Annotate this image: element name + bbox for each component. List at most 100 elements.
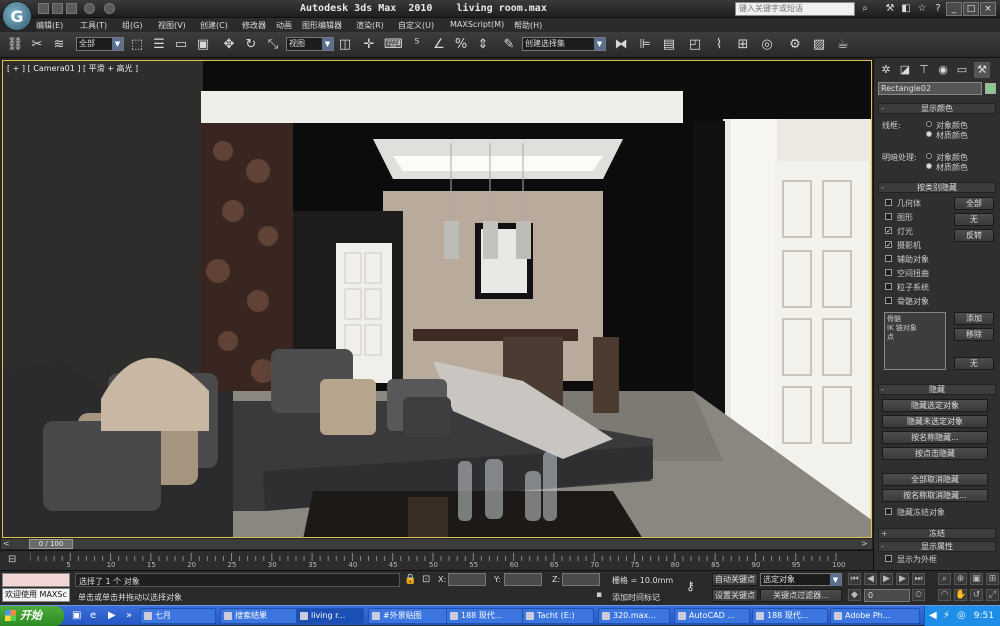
select-by-name-icon[interactable]: ☰ [150, 36, 168, 54]
checkbox-particles[interactable] [885, 283, 892, 290]
edit-named-selection-icon[interactable]: ✎ [500, 36, 518, 54]
menu-maxscript[interactable]: MAXScript(M) [450, 20, 504, 29]
key-icon[interactable]: ⚷ [686, 579, 704, 593]
percent-snap-icon[interactable]: % [452, 36, 470, 54]
rollout-hide[interactable]: - 隐藏 [878, 384, 996, 395]
list-item[interactable]: 骨骼 [887, 315, 943, 324]
search-input[interactable]: 键入关键字或短语 [735, 2, 855, 16]
open-icon[interactable] [52, 3, 63, 14]
window-crossing-icon[interactable]: ▣ [194, 36, 212, 54]
menu-views[interactable]: 视图(V) [158, 20, 186, 31]
hide-by-name-button[interactable]: 按名称隐藏... [882, 431, 988, 444]
network-icon[interactable]: ⚡ [943, 606, 950, 626]
menu-tools[interactable]: 工具(T) [80, 20, 107, 31]
graphite-icon[interactable]: ◰ [686, 36, 704, 54]
select-manipulate-icon[interactable]: ✛ [360, 36, 378, 54]
taskbar-item[interactable]: Adobe Ph... [830, 608, 920, 624]
volume-icon[interactable]: ◀ [929, 606, 937, 626]
rectangular-region-icon[interactable]: ▭ [172, 36, 190, 54]
menu-edit[interactable]: 编辑(E) [36, 20, 63, 31]
menu-modifiers[interactable]: 修改器 [242, 20, 266, 31]
help-icon[interactable]: ? [931, 2, 945, 16]
maxscript-listener-white[interactable]: 欢迎使用 MAXSc [2, 588, 70, 602]
taskbar-item[interactable]: AutoCAD ... [674, 608, 750, 624]
pivot-center-icon[interactable]: ◫ [336, 36, 354, 54]
subscription-icon[interactable]: ◧ [899, 2, 913, 16]
close-button[interactable]: × [980, 2, 996, 16]
show-desktop-icon[interactable]: ▣ [72, 610, 86, 622]
snap-toggle-icon[interactable]: ⁵ [408, 36, 426, 54]
maximize-viewport-icon[interactable]: ⤢ [986, 589, 999, 601]
start-button[interactable]: 开始 [0, 606, 64, 626]
checkbox-cameras[interactable]: ✓ [885, 241, 892, 249]
time-tag-icon[interactable]: ▪ [596, 590, 606, 602]
render-setup-icon[interactable]: ⚙ [786, 36, 804, 54]
shaded-material-color-radio[interactable] [926, 163, 932, 169]
hide-selected-button[interactable]: 隐藏选定对象 [882, 399, 988, 412]
checkbox-bones[interactable] [885, 297, 892, 304]
mini-curve-editor-icon[interactable]: ⊟ [8, 554, 22, 566]
set-key-button[interactable]: 设置关键点 [712, 589, 758, 602]
link-icon[interactable]: ⛓ [6, 36, 24, 54]
unhide-by-name-button[interactable]: 按名称取消隐藏... [882, 489, 988, 502]
utilities-tab-icon[interactable]: ⚒ [974, 62, 990, 78]
taskbar-item[interactable]: 320.max... [598, 608, 670, 624]
rollout-hide-by-category[interactable]: - 按类别隐藏 [878, 182, 996, 193]
object-name-field[interactable]: Rectangle02 [878, 82, 982, 95]
tools-icon[interactable]: ⚒ [883, 2, 897, 16]
next-key-icon[interactable]: ▶ [896, 573, 909, 585]
checkbox-display-as-box[interactable] [885, 555, 892, 562]
security-icon[interactable]: ◎ [957, 606, 966, 626]
align-icon[interactable]: ⊫ [636, 36, 654, 54]
render-teapot-icon[interactable]: ☕ [834, 36, 852, 54]
keyboard-shortcut-icon[interactable]: ⌨ [384, 36, 403, 54]
object-color-swatch[interactable] [985, 83, 996, 94]
add-category-button[interactable]: 添加 [954, 312, 994, 325]
unhide-all-button[interactable]: 全部取消隐藏 [882, 473, 988, 486]
motion-tab-icon[interactable]: ◉ [935, 62, 951, 78]
taskbar-item[interactable]: Tacht (E:) [522, 608, 594, 624]
pan-icon[interactable]: ✋ [954, 589, 967, 601]
current-frame-field[interactable]: 0 [864, 589, 910, 602]
move-icon[interactable]: ✥ [220, 36, 238, 54]
taskbar-item-active[interactable]: living r... [296, 608, 364, 624]
selection-filter-dropdown[interactable]: 全部 ▼ [76, 37, 124, 51]
list-item[interactable]: IK 链对象 [887, 324, 943, 333]
search-icon[interactable]: ⌕ [858, 2, 872, 16]
rotate-icon[interactable]: ↻ [242, 36, 260, 54]
prev-frame-icon[interactable]: < [3, 539, 13, 549]
taskbar-item[interactable]: 七月 [140, 608, 216, 624]
previous-key-icon[interactable]: ◀ [864, 573, 877, 585]
track-bar[interactable]: ⊟ 5 10 15 20 25 30 35 40 45 50 55 60 65 70 75 80 85 90 95 1… [0, 550, 873, 570]
checkbox-lights[interactable]: ✓ [885, 227, 892, 235]
category-listbox[interactable]: 骨骼 IK 链对象 点 [884, 312, 946, 370]
create-tab-icon[interactable]: ✲ [878, 62, 894, 78]
hierarchy-tab-icon[interactable]: ⊤ [916, 62, 932, 78]
x-coordinate-field[interactable] [448, 573, 486, 586]
go-to-end-icon[interactable]: ⏭ [912, 573, 925, 585]
maxscript-listener-pink[interactable] [2, 573, 70, 587]
maximize-button[interactable]: □ [963, 2, 979, 16]
rollout-display-properties[interactable]: - 显示属性 [878, 541, 996, 552]
time-config-icon[interactable]: ⏲ [912, 589, 925, 601]
bind-spacewarp-icon[interactable]: ≋ [50, 36, 68, 54]
reference-coord-dropdown[interactable]: 视图 ▼ [286, 37, 334, 51]
checkbox-helpers[interactable] [885, 255, 892, 262]
scale-icon[interactable]: ⤡ [264, 36, 282, 54]
auto-key-button[interactable]: 自动关键点 [712, 573, 758, 586]
go-to-start-icon[interactable]: ⏮ [848, 573, 861, 585]
schematic-view-icon[interactable]: ⊞ [734, 36, 752, 54]
zoom-all-icon[interactable]: ⊕ [954, 573, 967, 585]
display-tab-icon[interactable]: ▭ [954, 62, 970, 78]
menu-create[interactable]: 创建(C) [200, 20, 228, 31]
play-icon[interactable]: ▶ [880, 573, 893, 585]
checkbox-shapes[interactable] [885, 213, 892, 220]
checkbox-hide-frozen[interactable] [885, 508, 892, 515]
camera-viewport[interactable]: [ + ] [ Camera01 ] [ 平滑 + 高光 ] [2, 60, 872, 538]
spinner-snap-icon[interactable]: ⇕ [474, 36, 492, 54]
menu-graph-editors[interactable]: 图形编辑器 [302, 20, 342, 31]
zoom-extents-all-icon[interactable]: ⊞ [986, 573, 999, 585]
hide-all-button[interactable]: 全部 [954, 197, 994, 210]
viewport-label[interactable]: [ + ] [ Camera01 ] [ 平滑 + 高光 ] [7, 63, 138, 74]
modify-tab-icon[interactable]: ◪ [897, 62, 913, 78]
